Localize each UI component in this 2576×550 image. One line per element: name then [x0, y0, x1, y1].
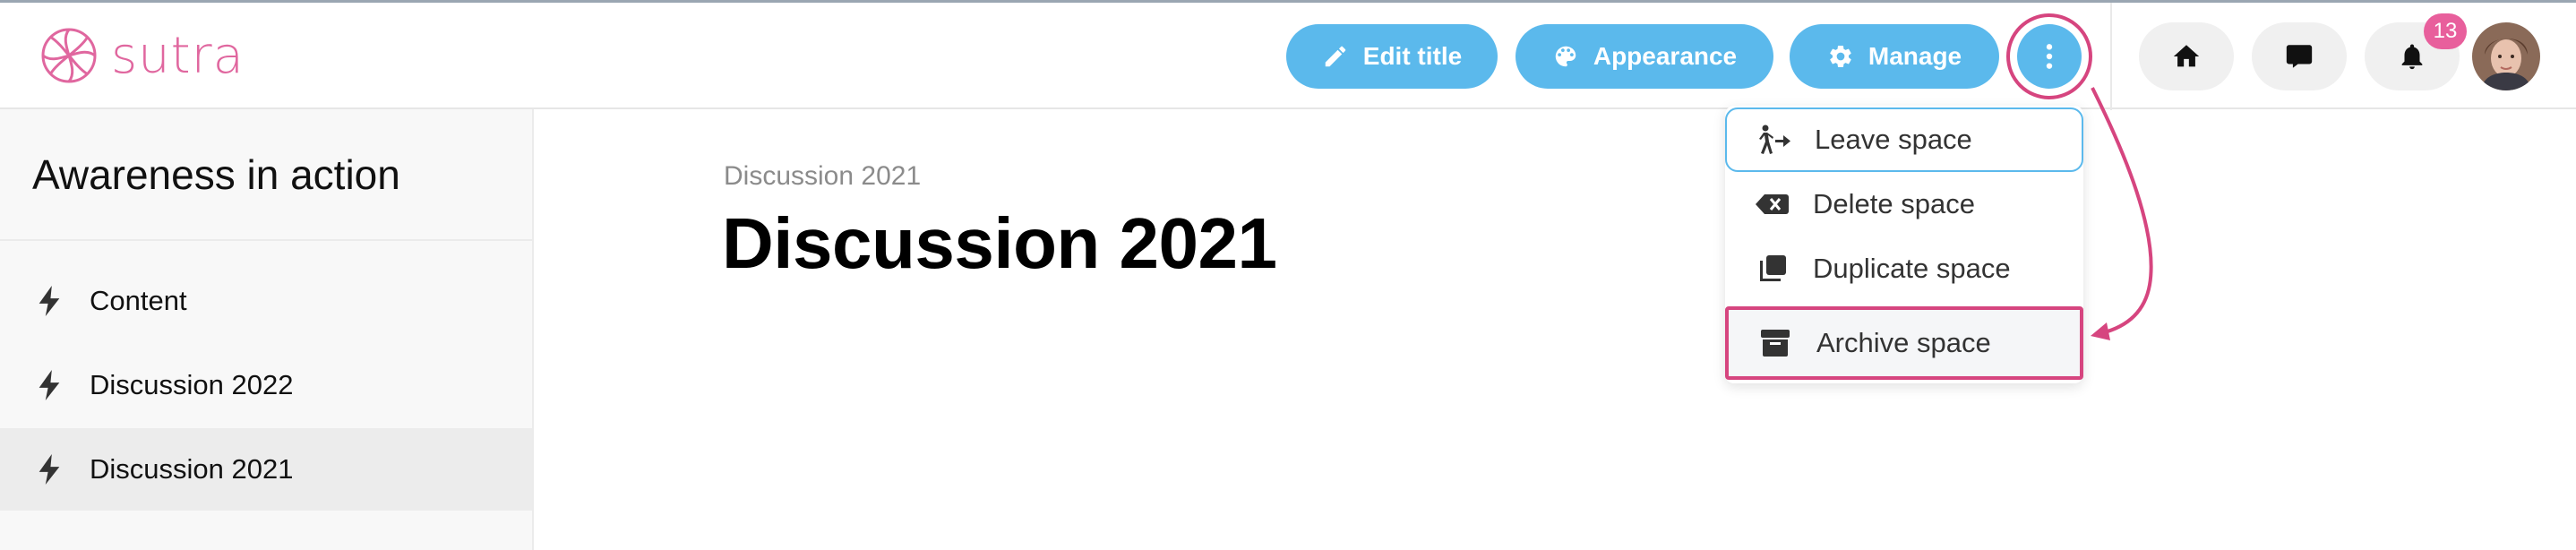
menu-item-label: Duplicate space: [1813, 253, 2011, 284]
backspace-icon: [1756, 194, 1789, 214]
leave-icon: [1759, 125, 1790, 154]
page-title: Discussion 2021: [722, 203, 1277, 283]
sidebar-item-discussion-2021[interactable]: Discussion 2021: [0, 428, 532, 511]
menu-item-delete-space[interactable]: Delete space: [1725, 172, 2083, 236]
user-avatar[interactable]: [2472, 22, 2540, 90]
messages-button[interactable]: [2252, 22, 2347, 90]
sidebar-item-discussion-2022[interactable]: Discussion 2022: [0, 344, 532, 426]
top-bar: sutra Edit title Appearance Manage 13: [0, 0, 2576, 110]
chat-icon: [2286, 45, 2313, 68]
space-title: Awareness in action: [32, 151, 400, 198]
menu-item-duplicate-space[interactable]: Duplicate space: [1725, 236, 2083, 301]
avatar-image: [2472, 22, 2540, 90]
brand-logo[interactable]: sutra: [39, 26, 245, 85]
archive-icon: [1761, 330, 1790, 357]
home-button[interactable]: [2139, 22, 2234, 90]
menu-item-archive-space[interactable]: Archive space: [1725, 306, 2083, 380]
menu-item-label: Leave space: [1815, 124, 1972, 155]
bell-icon: [2401, 44, 2423, 70]
manage-button[interactable]: Manage: [1790, 24, 1999, 89]
more-vertical-icon: [2046, 44, 2053, 69]
sidebar-item-label: Discussion 2021: [90, 453, 294, 485]
gear-icon: [1830, 45, 1851, 68]
appearance-label: Appearance: [1593, 42, 1738, 70]
palette-icon: [1555, 46, 1576, 67]
manage-label: Manage: [1868, 42, 1962, 70]
sidebar-item-label: Content: [90, 285, 187, 316]
more-options-button[interactable]: [2017, 24, 2082, 89]
edit-title-label: Edit title: [1362, 42, 1463, 70]
more-options-menu: Leave space Delete space Duplicate space…: [1725, 106, 2083, 383]
menu-item-leave-space[interactable]: Leave space: [1725, 107, 2083, 172]
sidebar-item-label: Discussion 2022: [90, 369, 294, 400]
sidebar-divider: [0, 239, 532, 241]
notification-count-badge: 13: [2424, 13, 2467, 49]
sidebar-item-content[interactable]: Content: [0, 260, 532, 342]
sutra-logo-icon: [41, 28, 97, 83]
home-icon: [2173, 45, 2200, 67]
edit-title-button[interactable]: Edit title: [1286, 24, 1498, 89]
menu-item-label: Delete space: [1813, 188, 1975, 219]
nav-divider: [2110, 3, 2112, 110]
brand-name: sutra: [111, 26, 245, 85]
space-sidebar: Awareness in action Content Discussion 2…: [0, 109, 534, 550]
appearance-button[interactable]: Appearance: [1516, 24, 1773, 89]
bolt-icon: [39, 454, 60, 485]
bolt-icon: [39, 286, 60, 316]
edit-icon: [1325, 46, 1346, 67]
menu-item-label: Archive space: [1816, 327, 1991, 358]
duplicate-icon: [1760, 255, 1786, 281]
breadcrumb[interactable]: Discussion 2021: [724, 161, 921, 192]
bolt-icon: [39, 370, 60, 400]
